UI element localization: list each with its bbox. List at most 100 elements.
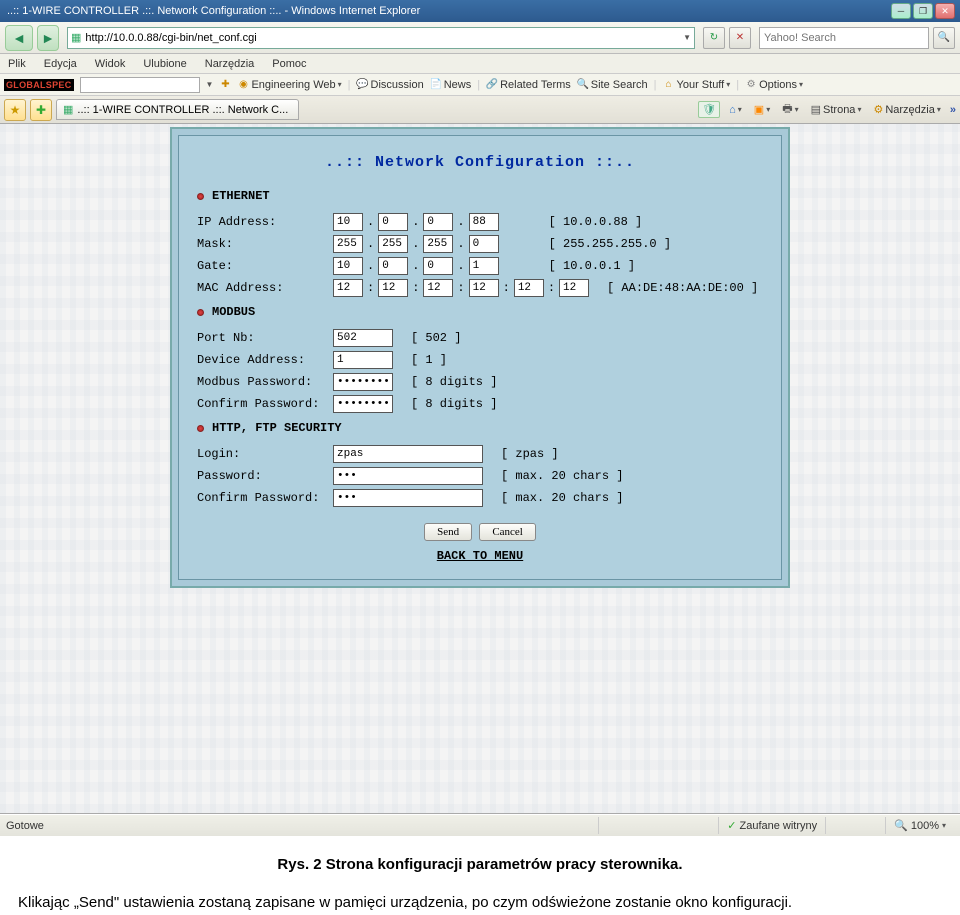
search-box[interactable] [759,27,929,49]
menu-favorites[interactable]: Ulubione [141,56,188,71]
menu-view[interactable]: Widok [93,56,128,71]
http-confirm-password-input[interactable] [333,489,483,507]
ip-octet-1[interactable] [333,213,363,231]
print-button[interactable]: 🖶▾ [779,98,801,121]
mac-octet-5[interactable] [514,279,544,297]
toolbar-search-input[interactable] [80,77,200,93]
add-favorites-button[interactable]: ✚ [30,99,52,121]
browser-tab[interactable]: ▦ ..:: 1-WIRE CONTROLLER .::. Network C.… [56,99,299,120]
hint-confirm-modbus-pw: [ 8 digits ] [411,397,497,411]
ip-octet-3[interactable] [423,213,453,231]
url-dropdown-icon[interactable]: ▼ [683,33,691,42]
link-your-stuff[interactable]: ⌂Your Stuff ▾ [663,79,731,91]
hint-gate: [ 10.0.0.1 ] [549,259,635,273]
hint-modbus-pw: [ 8 digits ] [411,375,497,389]
figure-caption: Rys. 2 Strona konfiguracji parametrów pr… [0,856,960,873]
cancel-button[interactable]: Cancel [479,523,536,541]
home-button[interactable]: ⌂▾ [726,102,745,118]
url-box[interactable]: ▦ ▼ [67,27,695,49]
gate-octet-4[interactable] [469,257,499,275]
status-trusted: ✓Zaufane witryny [718,817,825,834]
mac-octet-6[interactable] [559,279,589,297]
tools-menu[interactable]: ⚙ Narzędzia ▾ [870,101,943,118]
back-button[interactable]: ◄ [5,25,33,51]
section-ethernet: ETHERNET [197,189,763,203]
section-http: HTTP, FTP SECURITY [197,421,763,435]
port-input[interactable] [333,329,393,347]
hint-port: [ 502 ] [411,331,461,345]
window-title: ..:: 1-WIRE CONTROLLER .::. Network Conf… [5,5,420,17]
login-input[interactable] [333,445,483,463]
label-http-pw: Password: [197,469,333,483]
search-input[interactable] [764,32,924,44]
page-content: ..:: Network Configuration ::.. ETHERNET… [0,124,960,814]
refresh-button[interactable]: ↻ [703,27,725,49]
toolbar-overflow-icon[interactable]: » [950,104,956,116]
toolbar-add-button[interactable]: ✚ [219,79,231,91]
back-to-menu-link[interactable]: BACK TO MENU [197,549,763,563]
globalspec-logo: GLOBALSPEC [4,79,74,91]
menu-bar: Plik Edycja Widok Ulubione Narzędzia Pom… [0,54,960,74]
label-confirm-modbus-pw: Confirm Password: [197,397,333,411]
mac-octet-2[interactable] [378,279,408,297]
url-input[interactable] [81,32,683,44]
favorites-button[interactable]: ★ [4,99,26,121]
gate-octet-2[interactable] [378,257,408,275]
close-button[interactable]: ✕ [935,3,955,19]
hint-device: [ 1 ] [411,353,447,367]
status-zoom[interactable]: 🔍100% ▾ [885,817,954,834]
mask-octet-4[interactable] [469,235,499,253]
link-news[interactable]: 📄News [430,79,472,91]
feed-button[interactable]: ▣▾ [751,101,773,118]
forward-button[interactable]: ► [37,25,59,51]
modbus-password-input[interactable] [333,373,393,391]
description-text: Klikając „Send" ustawienia zostaną zapis… [0,891,960,915]
minimize-button[interactable]: ─ [891,3,911,19]
search-button[interactable]: 🔍 [933,27,955,49]
config-panel: ..:: Network Configuration ::.. ETHERNET… [170,127,790,588]
tab-favicon-icon: ▦ [63,103,73,116]
maximize-button[interactable]: ❐ [913,3,933,19]
links-toolbar: GLOBALSPEC ▼ ✚ ◉Engineering Web ▾ | 💬Dis… [0,74,960,96]
label-mac: MAC Address: [197,281,333,295]
mask-octet-3[interactable] [423,235,453,253]
label-device: Device Address: [197,353,333,367]
hint-mac: [ AA:DE:48:AA:DE:00 ] [607,281,758,295]
menu-help[interactable]: Pomoc [270,56,308,71]
mask-octet-1[interactable] [333,235,363,253]
toolbar-search-dropdown-icon[interactable]: ▼ [206,80,214,89]
window-titlebar: ..:: 1-WIRE CONTROLLER .::. Network Conf… [0,0,960,22]
ip-octet-4[interactable] [469,213,499,231]
label-confirm-http-pw: Confirm Password: [197,491,333,505]
shield-icon[interactable]: 🛡 [698,101,720,118]
http-password-input[interactable] [333,467,483,485]
gate-octet-3[interactable] [423,257,453,275]
bullet-icon [197,193,204,200]
link-related[interactable]: 🔗Related Terms [486,79,571,91]
modbus-confirm-password-input[interactable] [333,395,393,413]
zoom-icon: 🔍 [894,819,908,832]
status-bar: Gotowe ✓Zaufane witryny 🔍100% ▾ [0,814,960,836]
gate-octet-1[interactable] [333,257,363,275]
checkmark-icon: ✓ [727,819,736,832]
device-input[interactable] [333,351,393,369]
mask-octet-2[interactable] [378,235,408,253]
menu-file[interactable]: Plik [6,56,28,71]
link-engineering[interactable]: ◉Engineering Web ▾ [237,79,341,91]
page-menu[interactable]: ▤ Strona ▾ [808,101,865,118]
hint-login: [ zpas ] [501,447,559,461]
hint-ip: [ 10.0.0.88 ] [549,215,643,229]
send-button[interactable]: Send [424,523,472,541]
label-mask: Mask: [197,237,333,251]
link-options[interactable]: ⚙Options ▾ [745,79,803,91]
mac-octet-1[interactable] [333,279,363,297]
ip-octet-2[interactable] [378,213,408,231]
mac-octet-4[interactable] [469,279,499,297]
menu-tools[interactable]: Narzędzia [203,56,257,71]
section-modbus: MODBUS [197,305,763,319]
mac-octet-3[interactable] [423,279,453,297]
link-site-search[interactable]: 🔍Site Search [577,79,648,91]
stop-button[interactable]: ✕ [729,27,751,49]
menu-edit[interactable]: Edycja [42,56,79,71]
link-discussion[interactable]: 💬Discussion [357,79,424,91]
